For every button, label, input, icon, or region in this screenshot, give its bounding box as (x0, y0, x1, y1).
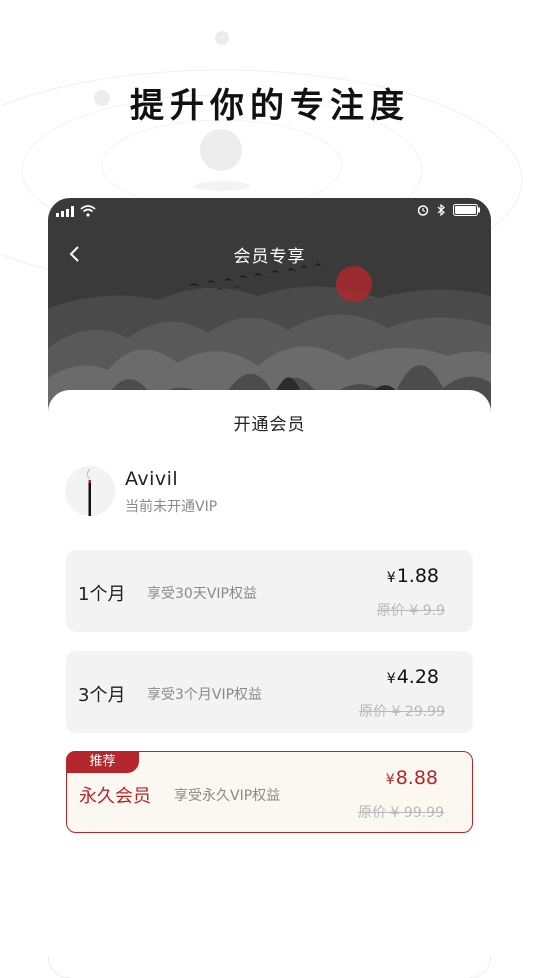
original-price: 原价 ¥ 99.99 (358, 805, 444, 821)
plan-name: 1个月 (78, 584, 126, 605)
original-price: 原价 ¥ 29.99 (359, 704, 445, 720)
page-title: 会员专享 (233, 247, 306, 267)
currency-symbol: ¥ (386, 570, 396, 586)
currency-symbol: ¥ (385, 772, 395, 788)
incense-icon (86, 468, 91, 516)
alarm-icon (417, 205, 429, 216)
membership-sheet: 开通会员 Avivil 当前未开通VIP 1个月 享受30天VIP权益 ¥1.8… (48, 390, 491, 978)
signal-bars-icon (56, 205, 74, 217)
plan-description: 享受永久VIP权益 (174, 788, 281, 804)
nav-bar: 会员专享 (48, 234, 491, 274)
user-name: Avivil (125, 468, 179, 490)
plan-name: 3个月 (78, 685, 126, 706)
plan-name: 永久会员 (79, 786, 151, 807)
avatar (65, 466, 115, 516)
wifi-icon (80, 205, 96, 217)
plan-price: ¥8.88 (386, 767, 438, 789)
vip-status: 当前未开通VIP (125, 499, 218, 515)
bluetooth-icon (437, 204, 445, 216)
price-value: 4.28 (396, 666, 439, 688)
plan-price: ¥1.88 (387, 565, 439, 587)
sheet-title: 开通会员 (233, 415, 306, 435)
recommended-badge: 推荐 (66, 751, 139, 773)
plan-price: ¥4.28 (387, 666, 439, 688)
price-value: 8.88 (395, 767, 438, 789)
plan-card-1-month[interactable]: 1个月 享受30天VIP权益 ¥1.88 原价 ¥ 9.9 (66, 550, 473, 632)
status-bar (48, 198, 491, 224)
phone-mockup: 会员专享 开通会员 Avivil 当前未开通VIP 1个月 享受30天VIP权益… (48, 198, 491, 978)
original-price: 原价 ¥ 9.9 (376, 603, 445, 619)
battery-icon (453, 204, 480, 216)
plan-card-lifetime[interactable]: 推荐 永久会员 享受永久VIP权益 ¥8.88 原价 ¥ 99.99 (66, 751, 473, 833)
currency-symbol: ¥ (386, 671, 396, 687)
plan-description: 享受3个月VIP权益 (147, 687, 263, 703)
slogan-heading: 提升你的专注度 (130, 86, 410, 126)
plan-card-3-months[interactable]: 3个月 享受3个月VIP权益 ¥4.28 原价 ¥ 29.99 (66, 651, 473, 733)
price-value: 1.88 (396, 565, 439, 587)
plan-description: 享受30天VIP权益 (147, 586, 257, 602)
